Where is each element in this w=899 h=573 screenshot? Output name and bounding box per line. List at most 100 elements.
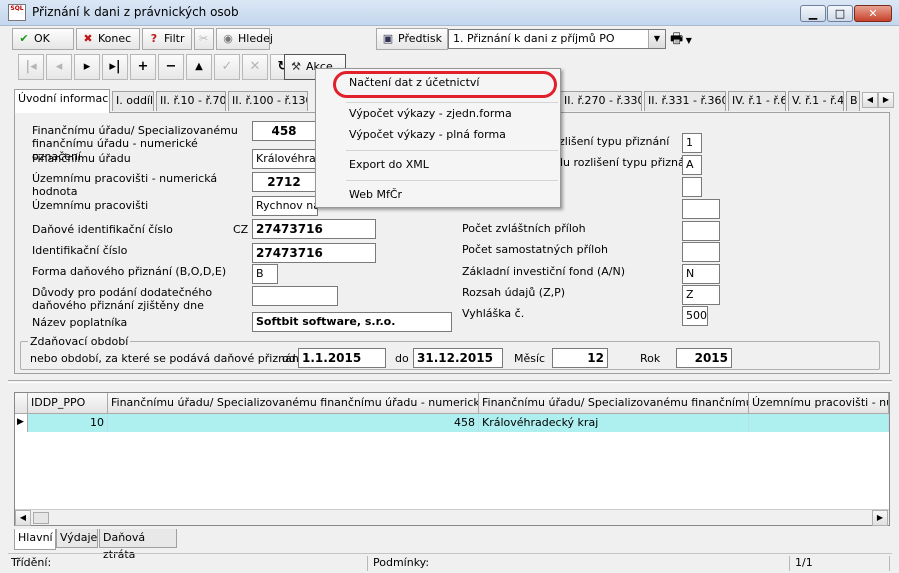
title-bar: SQL Přiznání k dani z právnických osob ▁… (0, 0, 899, 26)
r2-label: du rozlišení typu přiznání (556, 156, 695, 169)
scroll-left-icon[interactable]: ◀ (15, 510, 31, 526)
insert-record-button[interactable]: + (130, 54, 156, 80)
splitter[interactable] (8, 380, 892, 383)
up-field[interactable]: Rychnov na (252, 196, 318, 216)
last-record-button[interactable]: ▸| (102, 54, 128, 80)
scroll-thumb[interactable] (33, 512, 49, 524)
app-logo-icon: SQL (8, 4, 26, 21)
zvl-field[interactable] (682, 221, 720, 241)
period-od-label: od (282, 352, 296, 365)
nazev-label: Název poplatníka (32, 316, 128, 329)
r4-field[interactable] (682, 199, 720, 219)
tab-iv-r1-r6[interactable]: IV. ř.1 - ř.6 (728, 91, 786, 111)
menu-item-web-mfcr[interactable]: Web MfČr (318, 185, 558, 205)
up-num-field[interactable]: 2712 (252, 172, 316, 192)
grid-header-up[interactable]: Územnímu pracovišti - numerick (749, 393, 889, 414)
duvody-field[interactable] (252, 286, 338, 306)
period-do-label: do (395, 352, 409, 365)
tab-vydaje[interactable]: Výdaje (56, 529, 98, 548)
ok-button[interactable]: ✔ OK (12, 28, 74, 50)
forma-field[interactable]: B (252, 264, 278, 284)
r2-field[interactable]: A (682, 155, 702, 175)
cancel-record-button[interactable]: ✕ (242, 54, 268, 80)
ic-field[interactable]: 27473716 (252, 243, 376, 263)
tab-ii-r100-r130[interactable]: II. ř.100 - ř.130 (228, 91, 308, 111)
report-select[interactable]: 1. Přiznání k dani z příjmů PO ▼ (448, 29, 666, 49)
period-do-field[interactable]: 31.12.2015 (413, 348, 503, 368)
tab-scroll-right-icon[interactable]: ▶ (878, 92, 894, 108)
chevron-down-icon[interactable]: ▼ (648, 30, 665, 48)
zif-field[interactable]: N (682, 264, 720, 284)
window-title: Přiznání k dani z právnických osob (32, 5, 239, 19)
ic-label: Identifikační číslo (32, 244, 128, 257)
table-cell[interactable]: Královéhradecký kraj (479, 414, 749, 432)
binoculars-icon: ◉ (223, 32, 233, 45)
scissors-button[interactable]: ✂ (194, 28, 214, 50)
period-mesic-label: Měsíc (514, 352, 546, 365)
tab-uvodni-informace[interactable]: Úvodní informace (14, 89, 110, 113)
predtisk-button[interactable]: ▣ Předtisk (376, 28, 448, 50)
konec-button[interactable]: ✖ Konec (76, 28, 140, 50)
printer-icon: 🖶 (670, 31, 684, 47)
tab-b[interactable]: B (846, 91, 860, 111)
table-cell[interactable]: 458 (108, 414, 479, 432)
horizontal-scrollbar[interactable]: ◀ ▶ (15, 509, 889, 526)
fu-field[interactable]: Královéhradec (252, 149, 318, 169)
tab-danova-ztrata[interactable]: Daňová ztráta (99, 529, 177, 561)
sam-label: Počet samostatných příloh (462, 243, 608, 256)
scroll-right-icon[interactable]: ▶ (872, 510, 888, 526)
dropdown-arrow-icon: ▼ (683, 36, 692, 45)
rozsah-field[interactable]: Z (682, 285, 720, 305)
maximize-button[interactable]: □ (827, 5, 853, 22)
fu-num-field[interactable]: 458 (252, 121, 316, 141)
data-grid[interactable]: IDDP_PPO Finančnímu úřadu/ Specializovan… (14, 392, 890, 526)
hledej-label: Hledej (238, 32, 273, 45)
menu-separator (346, 102, 558, 103)
edit-record-button[interactable]: ▲ (186, 54, 212, 80)
delete-record-button[interactable]: − (158, 54, 184, 80)
first-record-button[interactable]: |◂ (18, 54, 44, 80)
konec-label: Konec (98, 32, 132, 45)
prior-record-button[interactable]: ◂ (46, 54, 72, 80)
menu-item-export-xml[interactable]: Export do XML (318, 155, 558, 175)
table-cell[interactable] (749, 414, 889, 432)
period-mesic-field[interactable]: 12 (552, 348, 608, 368)
table-cell[interactable]: 10 (28, 414, 108, 432)
menu-item-vypocet-zjedn[interactable]: Výpočet výkazy - zjedn.forma (318, 104, 558, 124)
tab-i-oddil[interactable]: I. oddíl (112, 91, 154, 111)
post-record-button[interactable]: ✓ (214, 54, 240, 80)
menu-separator (346, 180, 558, 181)
dic-field[interactable]: 27473716 (252, 219, 376, 239)
tab-ii-r270-r330[interactable]: II. ř.270 - ř.330 (560, 91, 642, 111)
print-button[interactable]: 🖶 ▼ (670, 30, 704, 50)
grid-header-fu[interactable]: Finančnímu úřadu/ Specializovanému finan… (479, 393, 749, 414)
minimize-button[interactable]: ▁ (800, 5, 826, 22)
question-icon: ? (150, 32, 158, 45)
r1-field[interactable]: 1 (682, 133, 702, 153)
r3-field[interactable] (682, 177, 702, 197)
grid-header-iddp[interactable]: IDDP_PPO (28, 393, 108, 414)
tab-ii-r10-r70[interactable]: II. ř.10 - ř.70 (156, 91, 226, 111)
hledej-button[interactable]: ◉ Hledej (216, 28, 273, 50)
tab-ii-r331-r360[interactable]: II. ř.331 - ř.360 (644, 91, 726, 111)
grid-header-fu-num[interactable]: Finančnímu úřadu/ Specializovanému finan… (108, 393, 479, 414)
up-num-label: Územnímu pracovišti - numerická hodnota (32, 172, 218, 198)
period-rok-label: Rok (640, 352, 661, 365)
filtr-button[interactable]: ? Filtr (142, 28, 192, 50)
menu-item-vypocet-plna[interactable]: Výpočet výkazy - plná forma (318, 125, 558, 145)
duvody-label: Důvody pro podání dodatečného daňového p… (32, 286, 213, 312)
tab-scroll-left-icon[interactable]: ◀ (862, 92, 878, 108)
status-trideni: Třídění: (8, 556, 368, 571)
zif-label: Základní investiční fond (A/N) (462, 265, 626, 278)
period-rok-field[interactable]: 2015 (676, 348, 732, 368)
vyhl-field[interactable]: 500 (682, 306, 708, 326)
period-od-field[interactable]: 1.1.2015 (298, 348, 386, 368)
report-select-value: 1. Přiznání k dani z příjmů PO (453, 32, 615, 45)
nazev-field[interactable]: Softbit software, s.r.o. (252, 312, 452, 332)
close-button[interactable]: ✕ (854, 5, 892, 22)
sam-field[interactable] (682, 242, 720, 262)
next-record-button[interactable]: ▸ (74, 54, 100, 80)
rozsah-label: Rozsah údajů (Z,P) (462, 286, 566, 299)
tab-hlavni[interactable]: Hlavní (14, 529, 56, 550)
tab-v-r1-r4[interactable]: V. ř.1 - ř.4 (788, 91, 844, 111)
